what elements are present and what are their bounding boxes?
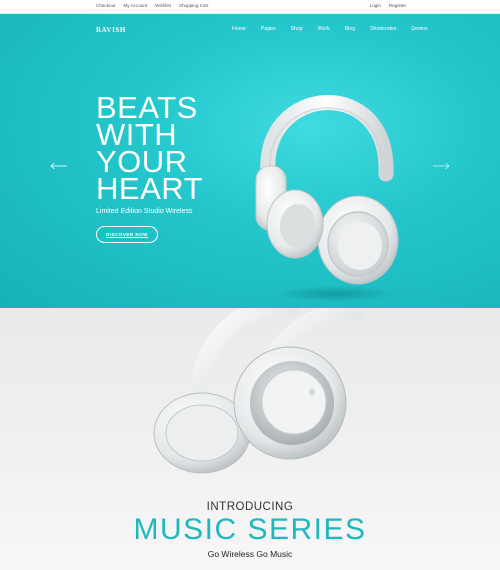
nav-item-work[interactable]: Work: [318, 26, 330, 32]
nav-item-home[interactable]: Home: [232, 26, 246, 32]
hero-slider: RAVISH Home Pages Shop Work Blog Shortco…: [0, 14, 500, 308]
wishlist-link[interactable]: Wishlist: [155, 3, 171, 8]
music-series-tagline: Go Wireless Go Music: [207, 549, 293, 559]
hero-subline: Limited Edition Studio Wireless: [96, 208, 193, 215]
nav-item-shop[interactable]: Shop: [291, 26, 303, 32]
main-navigation: RAVISH Home Pages Shop Work Blog Shortco…: [0, 14, 500, 44]
top-utility-bar: Checkout My Account Wishlist Shopping Ca…: [0, 0, 500, 14]
discover-now-button[interactable]: DISCOVER NOW: [96, 226, 158, 243]
my-account-link[interactable]: My Account: [123, 3, 147, 8]
login-link[interactable]: Login: [370, 3, 381, 8]
checkout-link[interactable]: Checkout: [96, 3, 115, 8]
nav-item-shortcodes[interactable]: Shortcodes: [370, 26, 396, 32]
nav-item-pages[interactable]: Pages: [261, 26, 276, 32]
headline-line: HEART: [96, 171, 204, 206]
shopping-cart-link[interactable]: Shopping Cart: [179, 3, 208, 8]
account-links: Checkout My Account Wishlist Shopping Ca…: [96, 3, 208, 8]
introducing-label: INTRODUCING: [206, 501, 294, 513]
nav-item-demos[interactable]: Demos: [411, 26, 427, 32]
headphones-product-image: [255, 95, 399, 302]
music-series-title: MUSIC SERIES: [133, 513, 367, 546]
main-menu: Home Pages Shop Work Blog Shortcodes Dem…: [232, 26, 428, 32]
site-logo[interactable]: RAVISH: [96, 26, 126, 34]
register-link[interactable]: Register: [389, 3, 406, 8]
arrow-left-icon[interactable]: [50, 157, 68, 175]
nav-item-blog[interactable]: Blog: [345, 26, 355, 32]
music-series-section: INTRODUCING MUSIC SERIES Go Wireless Go …: [0, 308, 500, 570]
auth-links: Login Register: [370, 3, 406, 8]
arrow-right-icon[interactable]: [432, 157, 450, 175]
headphones-folded-image: [153, 308, 363, 474]
hero-headline: BEATS WITH YOUR HEART: [96, 92, 236, 206]
